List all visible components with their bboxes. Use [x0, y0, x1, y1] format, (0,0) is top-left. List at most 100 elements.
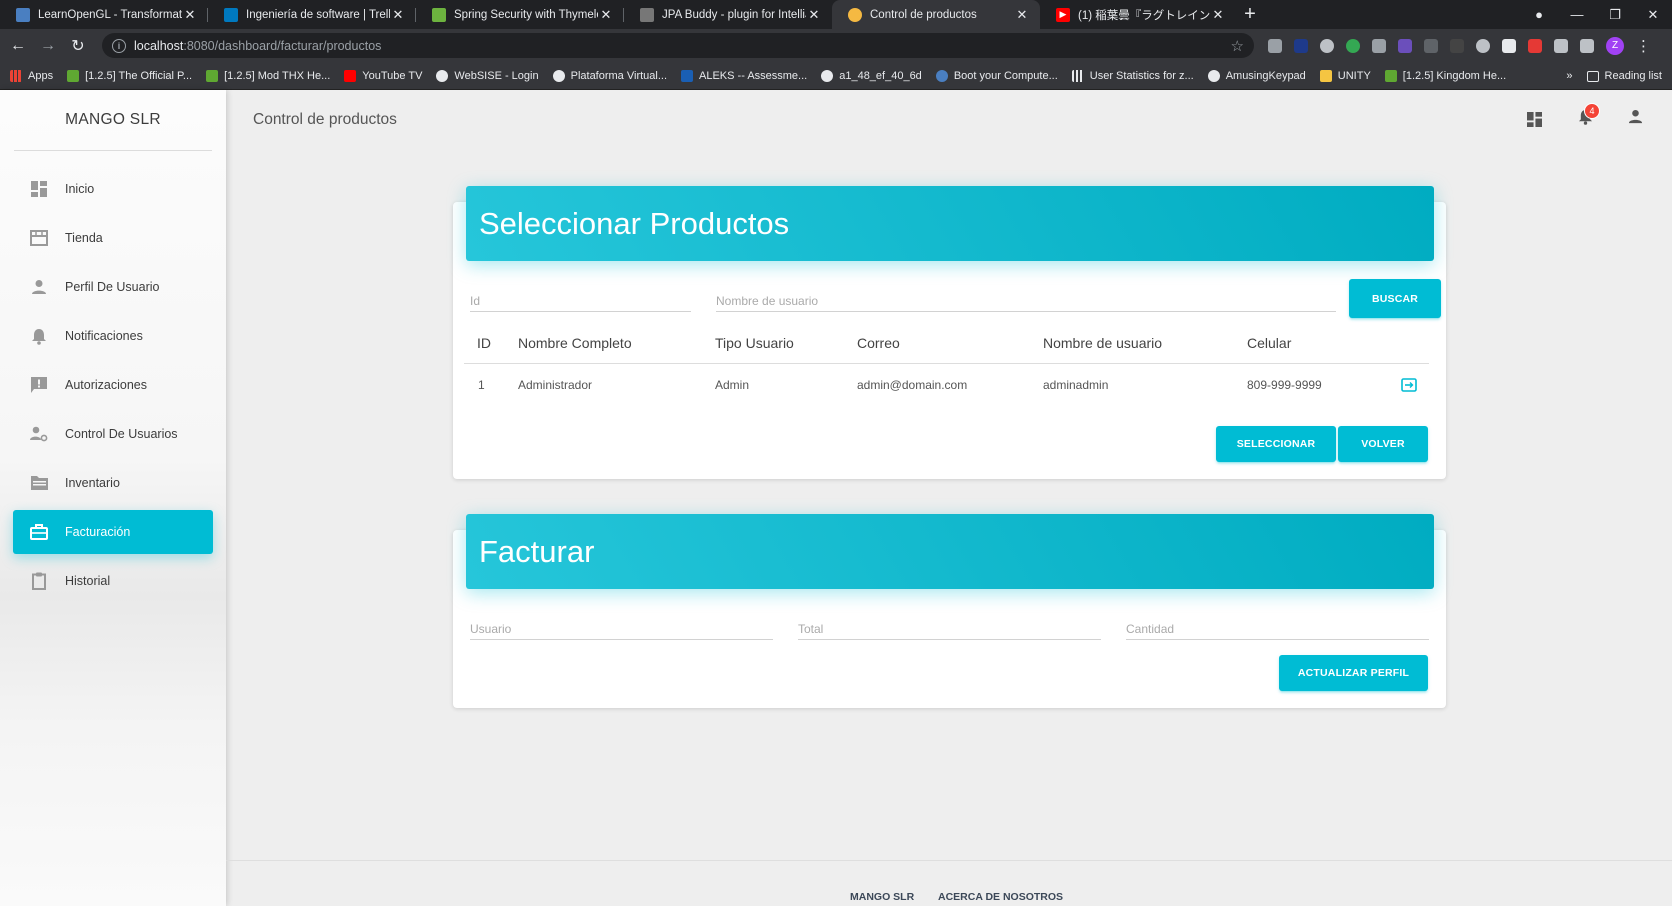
username-input[interactable]: [716, 280, 1336, 311]
bookmark-item[interactable]: Apps: [10, 69, 53, 82]
profile-avatar[interactable]: Z: [1606, 36, 1624, 55]
forward-icon[interactable]: →: [36, 37, 60, 55]
bookmark-label: ALEKS -- Assessme...: [699, 69, 808, 82]
bookmark-label: [1.2.5] The Official P...: [85, 69, 193, 82]
select-button[interactable]: SELECCIONAR: [1216, 426, 1336, 462]
account-button[interactable]: [1624, 108, 1646, 130]
bookmark-item[interactable]: [1.2.5] Kingdom He...: [1384, 69, 1506, 82]
close-icon[interactable]: ✕: [1014, 7, 1030, 23]
puzzle-icon[interactable]: [1554, 38, 1568, 53]
close-icon[interactable]: ✕: [806, 7, 822, 23]
bookmark-item[interactable]: YouTube TV: [344, 69, 423, 82]
bookmark-label: WebSISE - Login: [454, 69, 539, 82]
total-field[interactable]: [798, 608, 1101, 640]
id-input[interactable]: [470, 280, 691, 311]
bookmark-item[interactable]: User Statistics for z...: [1071, 69, 1194, 82]
footer-link-about[interactable]: ACERCA DE NOSOTROS: [938, 891, 1063, 903]
total-input[interactable]: [798, 608, 1101, 639]
quantity-field[interactable]: [1126, 608, 1429, 640]
bookmark-favicon-icon: [206, 69, 219, 82]
window-close-icon[interactable]: ✕: [1634, 7, 1672, 23]
footer-link-brand[interactable]: MANGO SLR: [850, 891, 914, 903]
close-icon[interactable]: ✕: [598, 7, 614, 23]
briefcase-icon: [30, 523, 48, 541]
reload-icon[interactable]: ↻: [66, 36, 90, 56]
sidebar-item-tienda[interactable]: Tienda: [13, 216, 213, 260]
column-header: Nombre Completo: [518, 335, 632, 351]
browser-tab[interactable]: LearnOpenGL - Transformations ✕: [0, 0, 208, 29]
sidebar-item-historial[interactable]: Historial: [13, 559, 213, 603]
sidebar-item-notificaciones[interactable]: Notificaciones: [13, 314, 213, 358]
extension-icon[interactable]: [1398, 38, 1412, 53]
sidebar-item-inventario[interactable]: Inventario: [13, 461, 213, 505]
reading-list-button[interactable]: Reading list: [1605, 70, 1662, 82]
notification-badge: 4: [1584, 103, 1600, 119]
url-path: :8080/dashboard/facturar/productos: [183, 38, 382, 53]
window-controls: ● — ❐ ✕: [1520, 0, 1672, 29]
bookmark-item[interactable]: [1.2.5] Mod THX He...: [206, 69, 330, 82]
close-icon[interactable]: ✕: [182, 7, 198, 23]
folder-icon: [1319, 69, 1332, 82]
sidebar-item-label: Historial: [65, 574, 111, 588]
browser-tab[interactable]: Ingeniería de software | Trello ✕: [208, 0, 416, 29]
bookmark-item[interactable]: [1.2.5] The Official P...: [67, 69, 193, 82]
select-row-icon[interactable]: [1401, 378, 1419, 392]
extension-icon[interactable]: [1346, 38, 1360, 53]
update-profile-button[interactable]: ACTUALIZAR PERFIL: [1279, 655, 1428, 691]
back-icon[interactable]: ←: [6, 37, 30, 55]
sidebar-item-label: Inventario: [65, 476, 120, 490]
search-button[interactable]: BUSCAR: [1349, 279, 1441, 318]
browser-menu-icon[interactable]: ⋮: [1636, 37, 1651, 55]
minimize-icon[interactable]: —: [1558, 7, 1596, 22]
close-icon[interactable]: ✕: [1210, 7, 1226, 23]
brand-logo[interactable]: MANGO SLR: [0, 90, 226, 150]
tab-search-icon[interactable]: ●: [1520, 7, 1558, 22]
browser-tab-active[interactable]: Control de productos ✕: [832, 0, 1040, 29]
extension-icon[interactable]: [1372, 38, 1386, 53]
bookmark-label: Plataforma Virtual...: [570, 69, 668, 82]
restore-icon[interactable]: ❐: [1596, 7, 1634, 23]
id-field[interactable]: [470, 280, 691, 312]
bookmark-item[interactable]: AmusingKeypad: [1207, 69, 1306, 82]
new-tab-button[interactable]: +: [1236, 0, 1264, 29]
reading-list-icon: [1586, 70, 1599, 82]
extension-icon[interactable]: [1450, 38, 1464, 53]
close-icon[interactable]: ✕: [390, 7, 406, 23]
bookmark-star-icon[interactable]: ☆: [1231, 37, 1244, 55]
bookmark-item[interactable]: WebSISE - Login: [436, 69, 539, 82]
username-field[interactable]: [716, 280, 1336, 312]
address-bar-row: ← → ↻ i localhost:8080/dashboard/factura…: [0, 29, 1672, 62]
bookmark-item[interactable]: UNITY: [1319, 69, 1371, 82]
pdf-icon[interactable]: [1528, 38, 1542, 53]
github-icon[interactable]: [1476, 38, 1490, 53]
media-icon[interactable]: [1580, 38, 1594, 53]
sidebar-item-inicio[interactable]: Inicio: [13, 167, 213, 211]
user-field[interactable]: [470, 608, 773, 640]
sidebar-item-autorizaciones[interactable]: Autorizaciones: [13, 363, 213, 407]
extension-icon[interactable]: [1424, 38, 1438, 53]
browser-tab[interactable]: JPA Buddy - plugin for IntelliJ IDE ✕: [624, 0, 832, 29]
extension-icon[interactable]: [1268, 38, 1282, 53]
sidebar-item-control-usuarios[interactable]: Control De Usuarios: [13, 412, 213, 456]
bookmark-item[interactable]: Boot your Compute...: [935, 69, 1058, 82]
url-input[interactable]: i localhost:8080/dashboard/facturar/prod…: [102, 33, 1254, 58]
site-info-icon[interactable]: i: [112, 38, 126, 53]
bookmark-item[interactable]: ALEKS -- Assessme...: [681, 69, 808, 82]
tab-title: (1) 稲葉曇『ラグトレイン』Vo. 歌: [1078, 9, 1210, 22]
extension-icon[interactable]: [1502, 38, 1516, 53]
bookmark-item[interactable]: Plataforma Virtual...: [552, 69, 668, 82]
bookmark-item[interactable]: a1_48_ef_40_6d: [821, 69, 922, 82]
dashboard-icon[interactable]: [1523, 108, 1545, 130]
extension-icon[interactable]: [1320, 38, 1334, 53]
extension-icon[interactable]: [1294, 38, 1308, 53]
table-cell: adminadmin: [1043, 378, 1109, 392]
sidebar-item-perfil[interactable]: Perfil De Usuario: [13, 265, 213, 309]
browser-tab[interactable]: ▶ (1) 稲葉曇『ラグトレイン』Vo. 歌 ✕: [1040, 0, 1236, 29]
chevron-right-icon[interactable]: »: [1566, 70, 1572, 82]
quantity-input[interactable]: [1126, 608, 1429, 639]
user-input[interactable]: [470, 608, 773, 639]
sidebar-item-facturacion[interactable]: Facturación: [13, 510, 213, 554]
bookmark-label: YouTube TV: [362, 69, 423, 82]
browser-tab[interactable]: Spring Security with Thymeleaf | ✕: [416, 0, 624, 29]
back-button[interactable]: VOLVER: [1338, 426, 1428, 462]
